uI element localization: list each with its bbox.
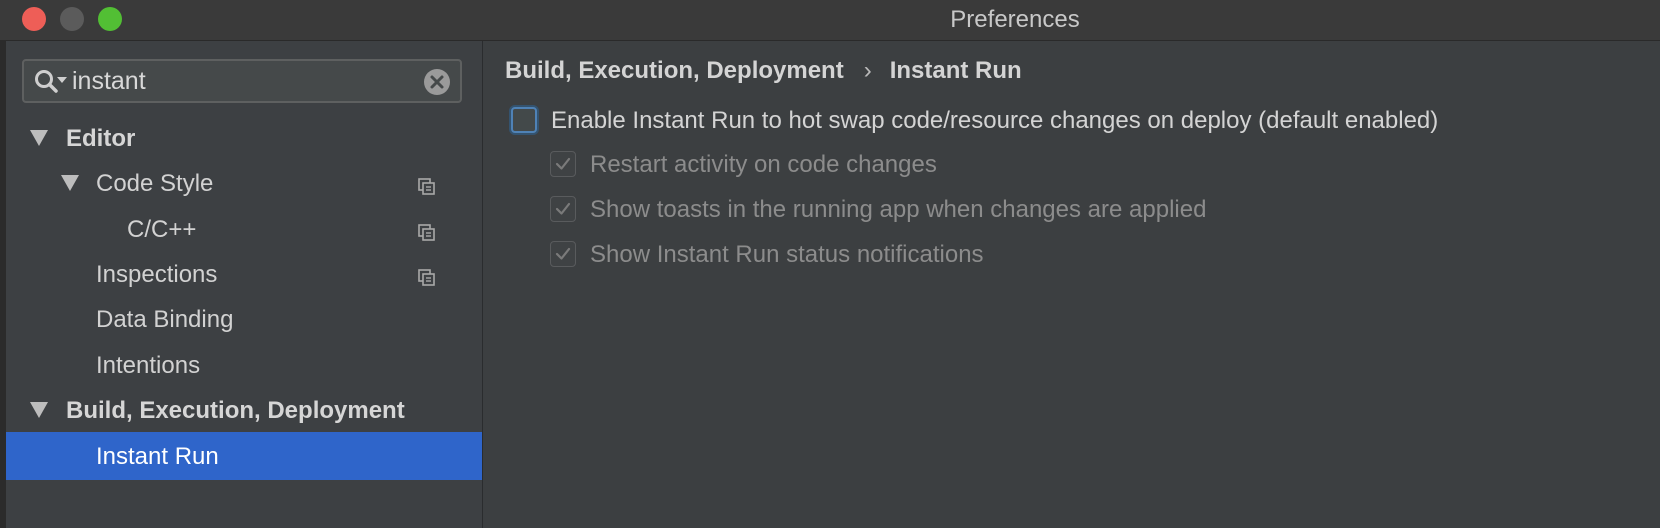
breadcrumb-current: Instant Run (889, 57, 1022, 84)
sidebar-item-label: Inspections (96, 261, 218, 288)
search-box[interactable] (22, 59, 462, 103)
sidebar-item-label: Instant Run (96, 443, 219, 470)
preferences-window: Preferences Editor (0, 0, 1660, 528)
sidebar-item-label: Intentions (96, 352, 201, 379)
sidebar-item-build-execution-deployment[interactable]: Build, Execution, Deployment (6, 386, 482, 434)
window-title: Preferences (950, 6, 1080, 33)
restart-activity-checkbox (550, 151, 576, 177)
breadcrumb: Build, Execution, Deployment › Instant Run (505, 57, 1022, 85)
status-notifications-label: Show Instant Run status notifications (590, 241, 984, 268)
sidebar-item-data-binding[interactable]: Data Binding (6, 295, 482, 343)
search-icon[interactable] (34, 68, 70, 96)
sidebar-item-label: Data Binding (96, 306, 234, 333)
enable-instant-run-checkbox[interactable] (511, 107, 537, 133)
sidebar-item-code-style[interactable]: Code Style (6, 159, 482, 207)
sidebar-item-intentions[interactable]: Intentions (6, 341, 482, 389)
status-notifications-checkbox (550, 241, 576, 267)
sidebar-item-editor[interactable]: Editor (6, 114, 482, 162)
sidebar-item-label: Build, Execution, Deployment (66, 397, 405, 424)
sidebar-item-c-cpp[interactable]: C/C++ (6, 205, 482, 253)
show-toasts-checkbox (550, 196, 576, 222)
breadcrumb-parent: Build, Execution, Deployment (505, 57, 844, 84)
project-settings-icon (418, 221, 436, 241)
sidebar-item-label: Code Style (96, 170, 214, 197)
sidebar-item-inspections[interactable]: Inspections (6, 250, 482, 298)
expand-arrow-icon[interactable] (30, 402, 48, 418)
search-input[interactable] (72, 65, 412, 97)
title-bar: Preferences (0, 0, 1660, 41)
sidebar-item-label: Editor (66, 125, 136, 152)
enable-instant-run-label: Enable Instant Run to hot swap code/reso… (551, 107, 1439, 134)
project-settings-icon (418, 175, 436, 195)
project-settings-icon (418, 266, 436, 286)
breadcrumb-separator-icon: › (863, 57, 872, 84)
sidebar-item-instant-run[interactable]: Instant Run (6, 432, 482, 480)
restart-activity-label: Restart activity on code changes (590, 151, 937, 178)
clear-search-icon[interactable] (424, 69, 450, 95)
settings-content-panel: Build, Execution, Deployment › Instant Run… (483, 41, 1660, 528)
settings-sidebar: Editor Code Style C/C++ (6, 41, 482, 528)
expand-arrow-icon[interactable] (61, 175, 79, 191)
show-toasts-label: Show toasts in the running app when chan… (590, 196, 1207, 223)
expand-arrow-icon[interactable] (30, 130, 48, 146)
sidebar-item-label: C/C++ (127, 216, 197, 243)
